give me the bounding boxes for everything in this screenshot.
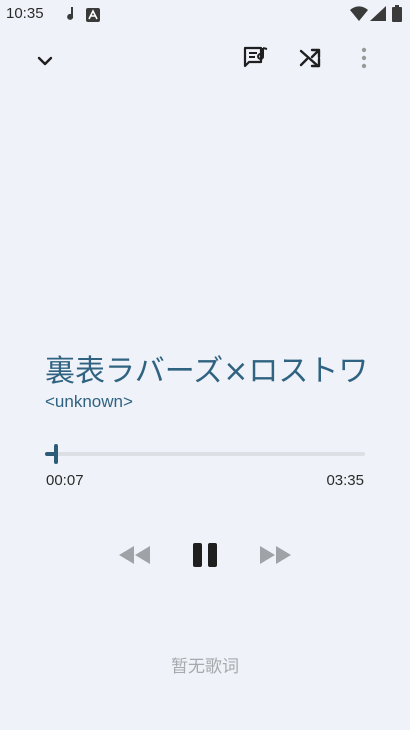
seek-bar[interactable] [45,444,365,464]
track-title: 裏表ラバーズ×ロストワ [45,354,365,389]
rewind-button[interactable] [112,536,156,578]
current-time: 00:07 [46,472,84,489]
fast-forward-button[interactable] [254,536,298,578]
wifi-icon [350,6,368,25]
lyrics-placeholder: 暂无歌词 [171,657,239,677]
text-a-icon [86,7,100,26]
shuffle-button[interactable] [290,38,330,82]
more-options-button[interactable] [344,38,384,82]
battery-icon [392,5,402,26]
rewind-icon [117,544,151,570]
player-toolbar [0,38,410,82]
signal-icon [370,6,386,25]
shuffle-icon [299,48,321,72]
status-bar: 10:35 [0,0,410,30]
playback-controls [0,536,410,578]
collapse-button[interactable] [25,38,65,82]
pause-button[interactable] [185,536,225,578]
playlist-button[interactable] [236,38,276,82]
total-time: 03:35 [326,472,364,489]
fast-forward-icon [259,544,293,570]
more-vert-icon [361,47,367,73]
track-artist: <unknown> [45,392,133,411]
chevron-down-icon [37,51,53,70]
pause-icon [192,542,218,572]
music-note-icon [62,6,76,26]
seek-thumb[interactable] [54,444,58,464]
status-time: 10:35 [6,5,44,22]
playlist-icon [243,46,269,74]
